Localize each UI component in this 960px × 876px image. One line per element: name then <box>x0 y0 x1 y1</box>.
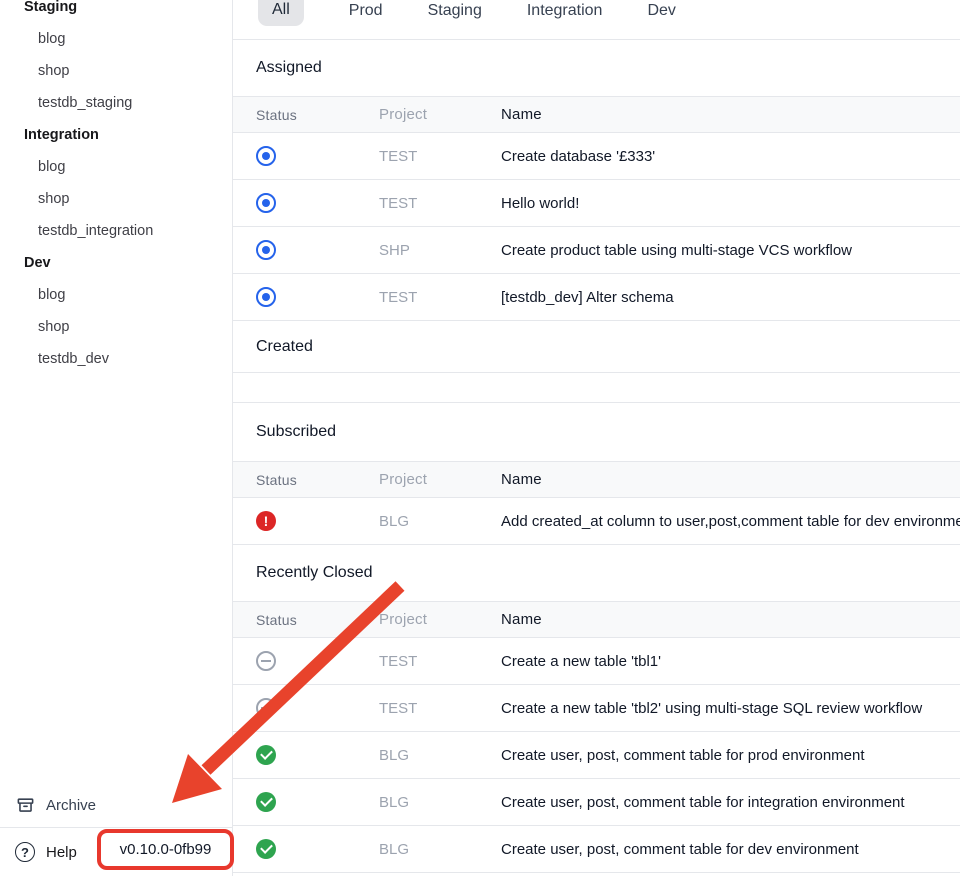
section-title-recently-closed: Recently Closed <box>233 545 960 601</box>
status-attention-icon <box>256 511 276 531</box>
issue-name: Create product table using multi-stage V… <box>501 242 960 259</box>
column-header-name: Name <box>501 106 960 123</box>
sidebar-db-dev-blog[interactable]: blog <box>0 279 232 311</box>
column-header-project: Project <box>379 611 501 628</box>
issue-project: TEST <box>379 289 501 306</box>
issue-name: Create user, post, comment table for dev… <box>501 841 960 858</box>
issue-row[interactable]: TEST Hello world! <box>233 180 960 227</box>
table-header: Status Project Name <box>233 601 960 638</box>
status-done-icon <box>256 839 276 859</box>
sidebar-env-integration[interactable]: Integration <box>0 119 232 151</box>
issue-name: Hello world! <box>501 195 960 212</box>
issue-row[interactable]: TEST Create a new table 'tbl2' using mul… <box>233 685 960 732</box>
issue-project: BLG <box>379 794 501 811</box>
issue-row[interactable]: BLG Create user, post, comment table for… <box>233 826 960 873</box>
sidebar-db-staging-shop[interactable]: shop <box>0 55 232 87</box>
sidebar-footer: Archive Help v0.10.0-0fb99 <box>0 783 232 876</box>
status-open-icon <box>256 193 276 213</box>
issue-dashboard-page: Staging blog shop testdb_staging Integra… <box>0 0 960 876</box>
archive-button[interactable]: Archive <box>0 783 232 827</box>
status-done-icon <box>256 745 276 765</box>
status-canceled-icon <box>256 698 276 718</box>
issue-name: Create user, post, comment table for int… <box>501 794 960 811</box>
issue-row[interactable]: SHP Create product table using multi-sta… <box>233 227 960 274</box>
issue-row[interactable]: BLG Create user, post, comment table for… <box>233 779 960 826</box>
section-title-subscribed: Subscribed <box>233 403 960 461</box>
status-open-icon <box>256 240 276 260</box>
status-done-icon <box>256 792 276 812</box>
issue-row[interactable]: TEST Create database '£333' <box>233 133 960 180</box>
issue-name: Create database '£333' <box>501 148 960 165</box>
column-header-name: Name <box>501 611 960 628</box>
section-subscribed: Subscribed Status Project Name BLG Add c… <box>233 403 960 545</box>
section-recently-closed: Recently Closed Status Project Name TEST… <box>233 545 960 873</box>
sidebar-db-integration-shop[interactable]: shop <box>0 183 232 215</box>
column-header-status: Status <box>233 107 379 123</box>
section-assigned: Assigned Status Project Name TEST Create… <box>233 40 960 321</box>
column-header-name: Name <box>501 471 960 488</box>
sidebar-env-dev[interactable]: Dev <box>0 247 232 279</box>
table-header: Status Project Name <box>233 96 960 133</box>
issue-row[interactable]: BLG Create user, post, comment table for… <box>233 732 960 779</box>
sidebar-db-staging-blog[interactable]: blog <box>0 23 232 55</box>
sidebar-db-testdb-integration[interactable]: testdb_integration <box>0 215 232 247</box>
table-header: Status Project Name <box>233 461 960 498</box>
version-label-with-annotation-box: v0.10.0-0fb99 <box>97 829 234 870</box>
issue-project: BLG <box>379 841 501 858</box>
help-row: Help v0.10.0-0fb99 <box>0 828 232 876</box>
section-title-assigned: Assigned <box>233 40 960 96</box>
issue-row[interactable]: BLG Add created_at column to user,post,c… <box>233 498 960 545</box>
tab-all[interactable]: All <box>258 0 304 26</box>
issue-name: Create a new table 'tbl2' using multi-st… <box>501 700 960 717</box>
tab-dev[interactable]: Dev <box>647 0 675 20</box>
help-icon <box>15 842 35 862</box>
issue-project: BLG <box>379 513 501 530</box>
sidebar-db-testdb-staging[interactable]: testdb_staging <box>0 87 232 119</box>
archive-icon <box>16 796 35 815</box>
status-open-icon <box>256 287 276 307</box>
issue-row[interactable]: TEST Create a new table 'tbl1' <box>233 638 960 685</box>
status-canceled-icon <box>256 651 276 671</box>
issue-project: TEST <box>379 148 501 165</box>
column-header-status: Status <box>233 472 379 488</box>
tab-integration[interactable]: Integration <box>527 0 603 20</box>
empty-table-row <box>233 372 960 403</box>
issue-name: Add created_at column to user,post,comme… <box>501 513 960 530</box>
issue-project: TEST <box>379 700 501 717</box>
column-header-project: Project <box>379 471 501 488</box>
environment-database-nav: Staging blog shop testdb_staging Integra… <box>0 0 232 375</box>
tab-staging[interactable]: Staging <box>428 0 482 20</box>
sidebar-env-staging[interactable]: Staging <box>0 0 232 23</box>
sidebar: Staging blog shop testdb_staging Integra… <box>0 0 233 876</box>
issue-name: Create user, post, comment table for pro… <box>501 747 960 764</box>
column-header-project: Project <box>379 106 501 123</box>
help-button[interactable]: Help <box>46 844 77 861</box>
section-created: Created <box>233 321 960 403</box>
issue-project: TEST <box>379 653 501 670</box>
issue-project: BLG <box>379 747 501 764</box>
column-header-status: Status <box>233 612 379 628</box>
section-title-created: Created <box>233 321 960 372</box>
issue-name: Create a new table 'tbl1' <box>501 653 960 670</box>
issue-project: SHP <box>379 242 501 259</box>
issue-project: TEST <box>379 195 501 212</box>
issue-name: [testdb_dev] Alter schema <box>501 289 960 306</box>
issue-row[interactable]: TEST [testdb_dev] Alter schema <box>233 274 960 321</box>
environment-tabbar: All Prod Staging Integration Dev <box>233 0 960 40</box>
main-content: All Prod Staging Integration Dev Assigne… <box>233 0 960 876</box>
archive-label: Archive <box>46 797 96 814</box>
status-open-icon <box>256 146 276 166</box>
sidebar-db-testdb-dev[interactable]: testdb_dev <box>0 343 232 375</box>
tab-prod[interactable]: Prod <box>349 0 383 20</box>
sidebar-db-integration-blog[interactable]: blog <box>0 151 232 183</box>
sidebar-db-dev-shop[interactable]: shop <box>0 311 232 343</box>
